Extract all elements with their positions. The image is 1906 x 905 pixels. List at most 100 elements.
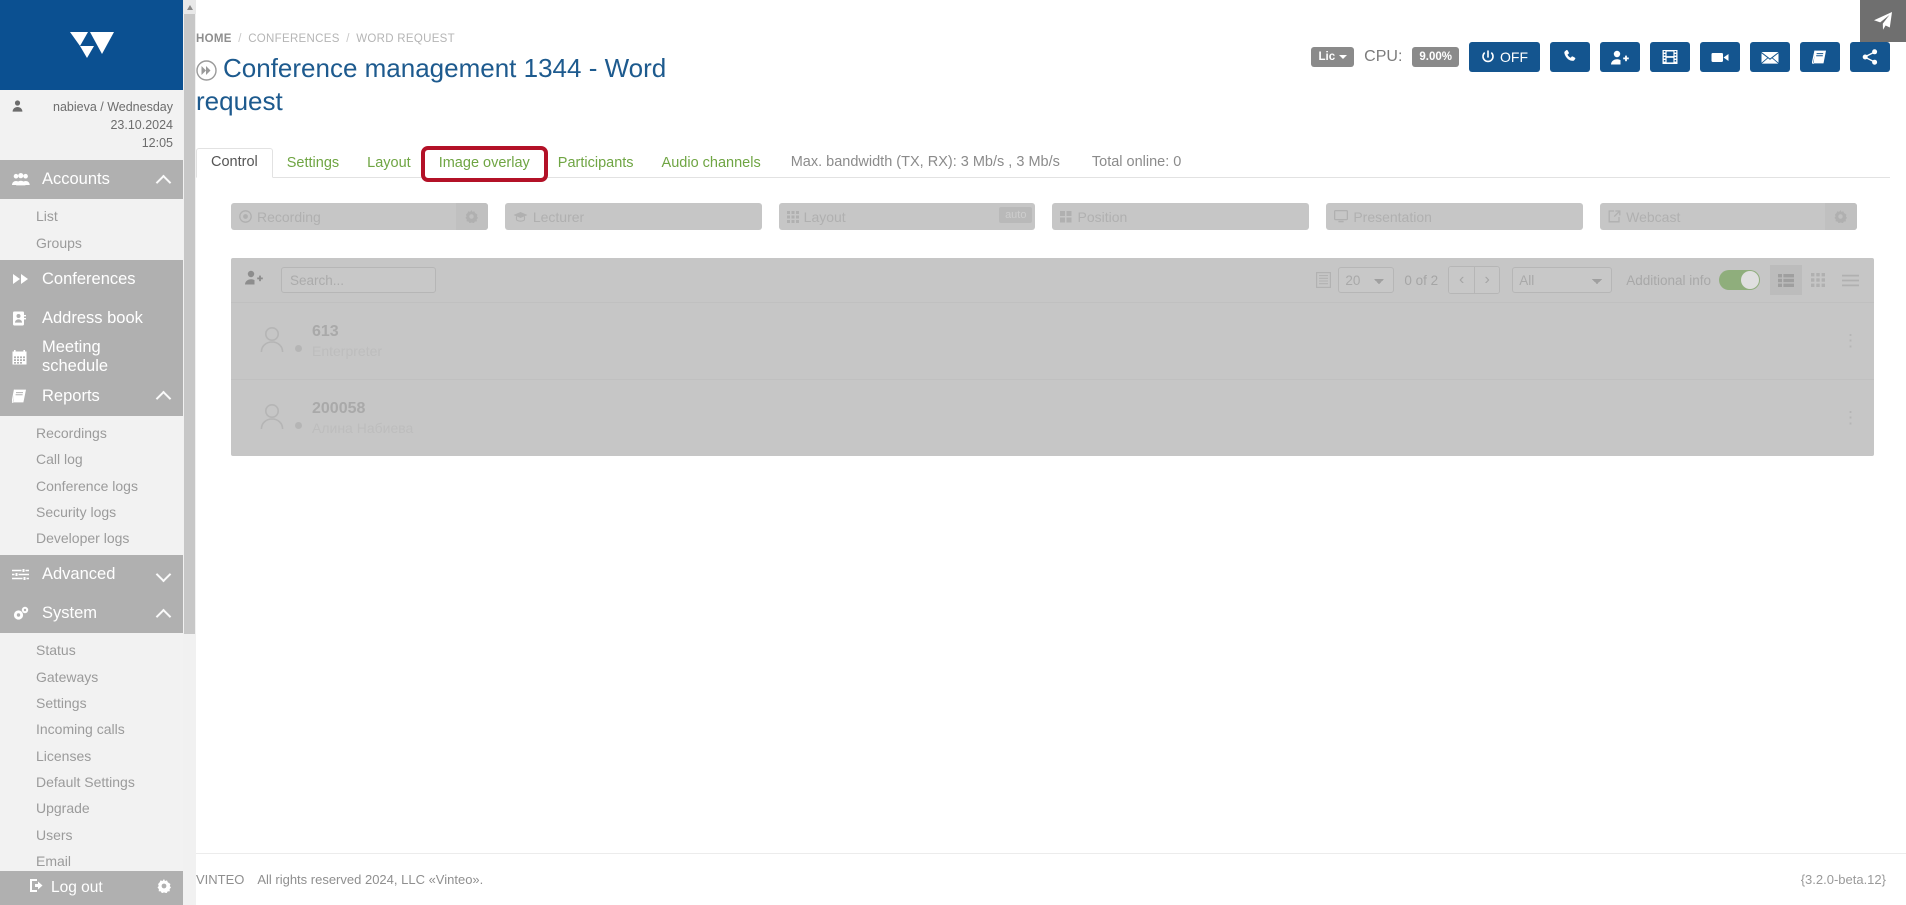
sidebar-group-label: Advanced [42,565,116,584]
breadcrumb-home[interactable]: HOME [196,33,232,45]
search-input[interactable] [281,267,436,293]
recording-button[interactable] [1650,42,1690,72]
tab-layout[interactable]: Layout [353,150,425,178]
footer-left: VINTEO All rights reserved 2024, LLC «Vi… [196,872,1801,887]
table-row[interactable]: 200058 Алина Набиева ⋮ [231,379,1874,456]
add-participant-button[interactable] [1600,42,1640,72]
vertical-dots-icon[interactable]: ⋮ [1842,331,1860,351]
tab-participants[interactable]: Participants [544,150,648,178]
position-label: Position [1077,208,1128,225]
toggle-knob [1741,271,1759,289]
position-icon [1060,210,1072,223]
sidebar-item-incoming-calls[interactable]: Incoming calls [0,716,183,742]
phone-icon [1562,49,1578,65]
sidebar-submenu-reports: Recordings Call log Conference logs Secu… [0,415,183,556]
sliders-icon [12,568,34,582]
sidebar-item-conference-logs[interactable]: Conference logs [0,473,183,499]
avatar [259,402,285,435]
compact-view-button[interactable] [1834,265,1866,295]
tab-image-overlay[interactable]: Image overlay [420,146,548,182]
webcast-settings-gear-icon[interactable] [1824,203,1857,230]
sidebar-item-settings[interactable]: Settings [0,690,183,716]
license-badge[interactable]: Lic [1310,47,1355,67]
sidebar-item-licenses[interactable]: Licenses [0,743,183,769]
layout-control[interactable]: Layout auto [778,203,1036,230]
sidebar-group-meeting-schedule[interactable]: Meeting schedule [0,337,183,377]
breadcrumb-conferences[interactable]: CONFERENCES [248,33,339,45]
scroll-up-arrow[interactable] [183,0,196,14]
mail-button[interactable] [1750,42,1790,72]
list-view-icon[interactable] [1316,272,1332,288]
logout-label: Log out [51,879,103,896]
table-row[interactable]: 613 Enterpreter ⋮ [231,302,1874,379]
paper-plane-icon[interactable] [1860,0,1906,42]
sidebar-item-list[interactable]: List [0,203,183,229]
sidebar-scrollbar[interactable] [183,0,196,905]
additional-info-toggle[interactable] [1719,270,1760,290]
page-size-select[interactable]: 20 [1338,267,1395,293]
video-button[interactable] [1700,42,1740,72]
sidebar-group-label: Accounts [42,170,110,189]
presentation-control[interactable]: Presentation [1326,203,1584,230]
sidebar-item-users[interactable]: Users [0,822,183,848]
power-off-button[interactable]: OFF [1469,42,1540,72]
header-toolbar: Lic CPU: 9.00% OFF [1310,42,1890,72]
sidebar-item-groups[interactable]: Groups [0,230,183,256]
call-button[interactable] [1550,42,1590,72]
sidebar-item-call-log[interactable]: Call log [0,446,183,472]
sidebar-item-status[interactable]: Status [0,637,183,663]
gear-icon[interactable] [157,878,171,898]
sidebar-group-conferences[interactable]: Conferences [0,259,183,299]
grid-view-button[interactable] [1802,265,1834,295]
tab-audio-channels[interactable]: Audio channels [648,150,775,178]
view-mode-group [1770,265,1866,295]
pagination: ‹ › [1448,266,1501,294]
sidebar-item-recordings[interactable]: Recordings [0,420,183,446]
sidebar-item-default-settings[interactable]: Default Settings [0,769,183,795]
sidebar-group-reports[interactable]: Reports [0,376,183,416]
add-participant-icon[interactable] [245,270,263,290]
book-icon [1812,50,1828,64]
sidebar-group-label: Meeting schedule [42,338,109,376]
sidebar-group-accounts[interactable]: Accounts [0,160,183,200]
sidebar-group-address-book[interactable]: Address book [0,298,183,338]
user-plus-icon [1611,50,1629,65]
recording-settings-gear-icon[interactable] [455,203,488,230]
sidebar-group-label: System [42,604,98,623]
user-info: nabieva / Wednesday 23.10.2024 12:05 [0,90,183,161]
breadcrumb-word-request[interactable]: WORD REQUEST [356,33,455,45]
sidebar-item-developer-logs[interactable]: Developer logs [0,525,183,551]
sidebar-item-gateways[interactable]: Gateways [0,664,183,690]
address-book-button[interactable] [1800,42,1840,72]
presentation-label: Presentation [1353,208,1432,225]
recording-control[interactable]: Recording [231,203,488,230]
sidebar-item-security-logs[interactable]: Security logs [0,499,183,525]
scrollbar-thumb[interactable] [184,14,195,634]
prev-page-button[interactable]: ‹ [1449,267,1475,293]
breadcrumb: HOME / CONFERENCES / WORD REQUEST [196,0,1906,45]
webcast-label: Webcast [1626,208,1681,225]
lecturer-control[interactable]: Lecturer [504,203,762,230]
vertical-dots-icon[interactable]: ⋮ [1842,408,1860,428]
share-button[interactable] [1850,42,1890,72]
sidebar-group-system[interactable]: System [0,594,183,634]
logout-icon [30,879,45,897]
tab-settings[interactable]: Settings [273,150,353,178]
film-icon [1662,49,1678,65]
tab-control[interactable]: Control [196,148,273,178]
logout-bar[interactable]: Log out [0,871,183,905]
page-count-label: 0 of 2 [1404,272,1439,288]
webcast-control[interactable]: Webcast [1600,203,1857,230]
position-control[interactable]: Position [1052,203,1310,230]
sidebar-group-advanced[interactable]: Advanced [0,555,183,595]
sidebar-submenu-accounts: List Groups [0,199,183,260]
sidebar-item-upgrade[interactable]: Upgrade [0,795,183,821]
webcast-icon [1608,210,1621,223]
vinteo-logo[interactable] [0,0,183,90]
next-page-button[interactable]: › [1474,267,1500,293]
list-view-button[interactable] [1770,265,1802,295]
lecturer-label: Lecturer [532,208,585,225]
cpu-label: CPU: [1364,48,1403,65]
filter-select[interactable]: All [1512,267,1613,293]
sidebar-group-label: Conferences [42,269,136,288]
